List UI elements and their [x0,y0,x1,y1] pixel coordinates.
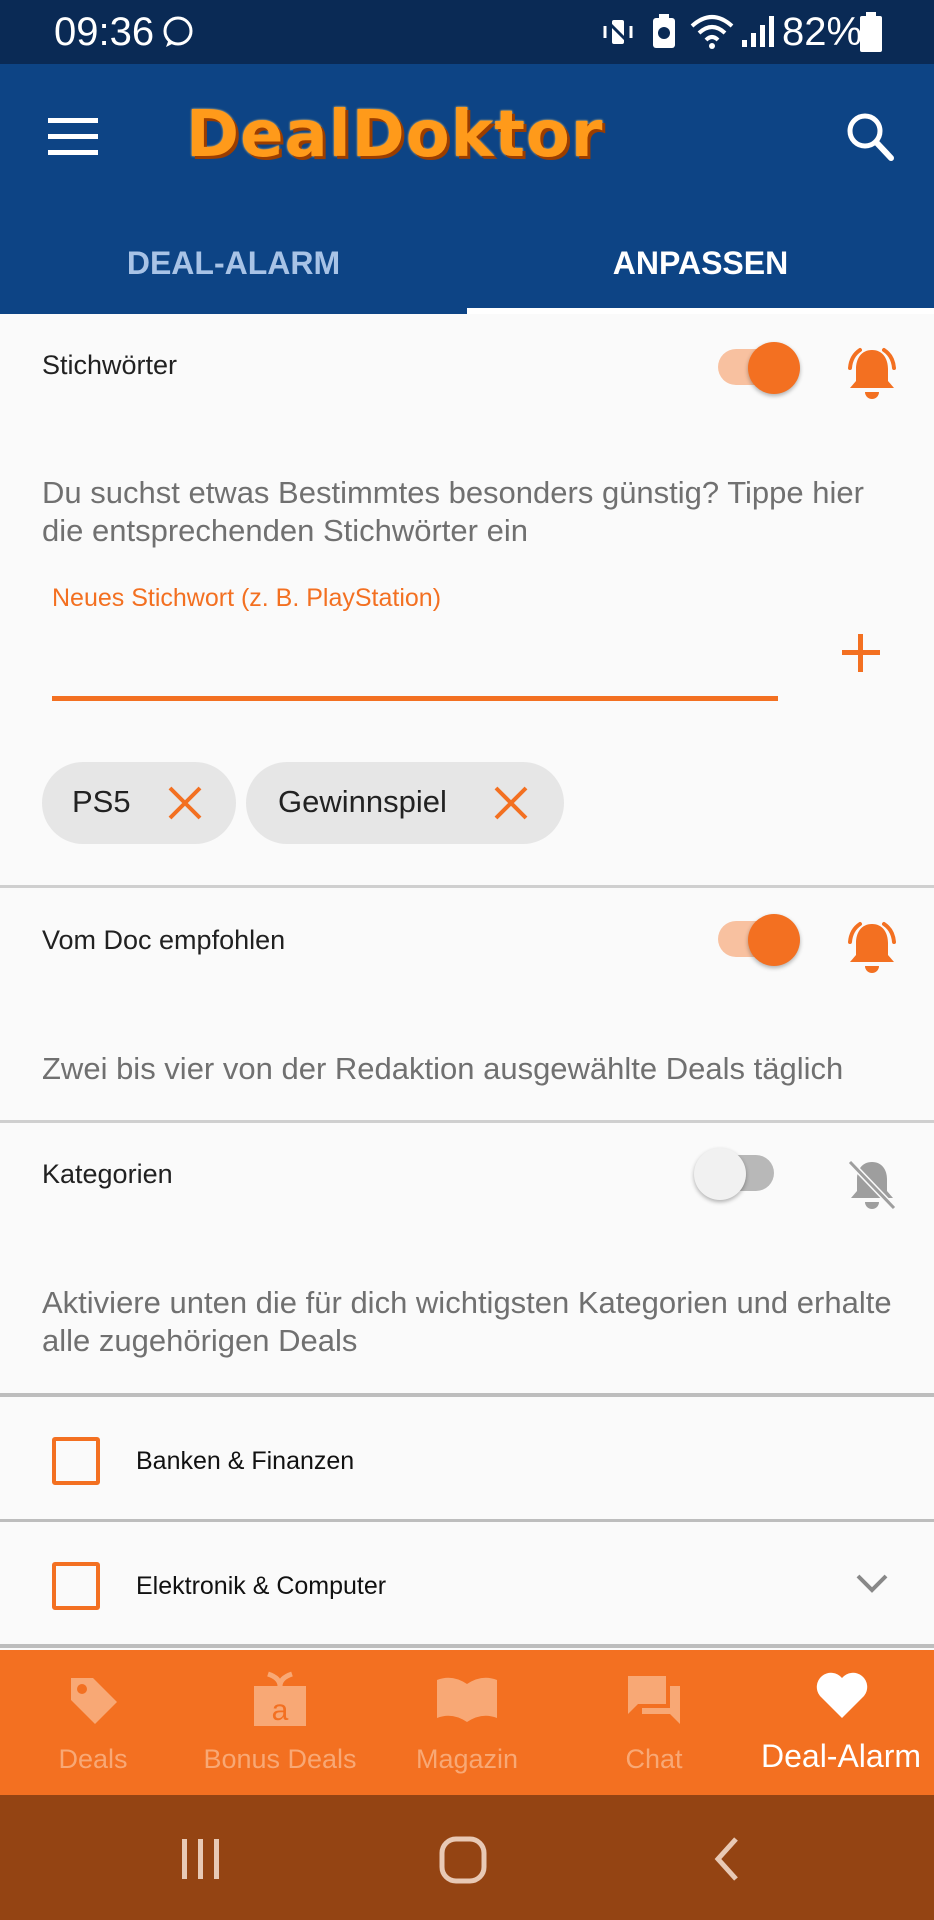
system-navigation-bar [0,1795,934,1920]
remove-chip-icon[interactable] [166,784,204,822]
divider [0,885,934,888]
nav-item-deals[interactable]: Deals [3,1650,183,1795]
recommended-title: Vom Doc empfohlen [42,925,286,955]
nav-label: Deal-Alarm [760,1738,922,1774]
nav-label: Magazin [415,1744,519,1774]
category-row[interactable]: Elektronik & Computer [0,1522,934,1644]
recommended-toggle[interactable] [716,914,806,966]
app-logo: DealDoktor [186,98,604,172]
nav-item-bonus-deals[interactable]: a Bonus Deals [190,1650,370,1795]
menu-icon[interactable] [48,118,98,156]
bell-off-icon[interactable] [846,1158,898,1212]
keywords-description: Du suchst etwas Bestimmtes besonders gün… [42,475,864,548]
tab-indicator [467,308,934,314]
category-checkbox[interactable] [52,1562,100,1610]
nav-label: Chat [625,1744,683,1774]
heart-icon [816,1672,868,1718]
battery-percentage: 82% [782,10,863,54]
divider [0,1644,934,1648]
nav-item-deal-alarm[interactable]: Deal-Alarm [751,1650,931,1795]
categories-description: Aktiviere unten die für dich wichtigsten… [42,1285,892,1358]
categories-toggle[interactable] [694,1148,784,1200]
divider [0,1120,934,1123]
category-label: Banken & Finanzen [136,1447,355,1475]
chip-label: PS5 [72,784,131,819]
nav-label: Bonus Deals [203,1744,357,1774]
home-icon[interactable] [438,1835,488,1885]
tag-icon [71,1678,117,1724]
chevron-down-icon[interactable] [854,1572,890,1596]
remove-chip-icon[interactable] [492,784,530,822]
bell-ringing-icon[interactable] [842,920,902,978]
keyword-input-label: Neues Stichwort (z. B. PlayStation) [52,584,442,612]
vibrate-icon [602,16,634,48]
category-label: Elektronik & Computer [136,1572,387,1600]
chip-label: Gewinnspiel [278,784,447,819]
gift-icon: a [254,1671,306,1727]
nav-label: Deals [58,1744,128,1774]
tab-deal-alarm[interactable]: DEAL-ALARM [0,240,467,310]
whatsapp-icon [163,16,193,47]
svg-text:a: a [272,1694,289,1727]
chat-icon [628,1676,680,1724]
signal-icon [742,16,774,47]
keyword-input[interactable] [52,625,782,697]
keyword-input-underline [52,696,778,701]
recent-apps-icon[interactable] [178,1837,224,1881]
keywords-title: Stichwörter [42,350,178,380]
bottom-navigation: Deals a Bonus Deals Magazin Chat Deal-Al… [0,1650,934,1795]
status-bar: 09:36 82% [0,0,934,64]
status-time: 09:36 [54,10,155,54]
bell-ringing-icon[interactable] [842,346,902,404]
categories-title: Kategorien [42,1159,173,1189]
keyword-chip[interactable]: PS5 [42,762,236,844]
battery-saver-icon [653,14,675,48]
category-checkbox[interactable] [52,1437,100,1485]
category-row[interactable]: Banken & Finanzen [0,1397,934,1519]
add-icon[interactable] [840,632,882,674]
back-icon[interactable] [712,1835,742,1883]
book-icon [437,1677,497,1722]
keywords-toggle[interactable] [716,342,806,394]
keyword-chip[interactable]: Gewinnspiel [246,762,564,844]
nav-item-chat[interactable]: Chat [564,1650,744,1795]
tab-anpassen[interactable]: ANPASSEN [467,240,934,310]
recommended-description: Zwei bis vier von der Redaktion ausgewäh… [42,1051,844,1086]
search-icon[interactable] [846,112,894,162]
nav-item-magazin[interactable]: Magazin [377,1650,557,1795]
wifi-icon [690,15,734,49]
battery-icon [860,12,882,52]
